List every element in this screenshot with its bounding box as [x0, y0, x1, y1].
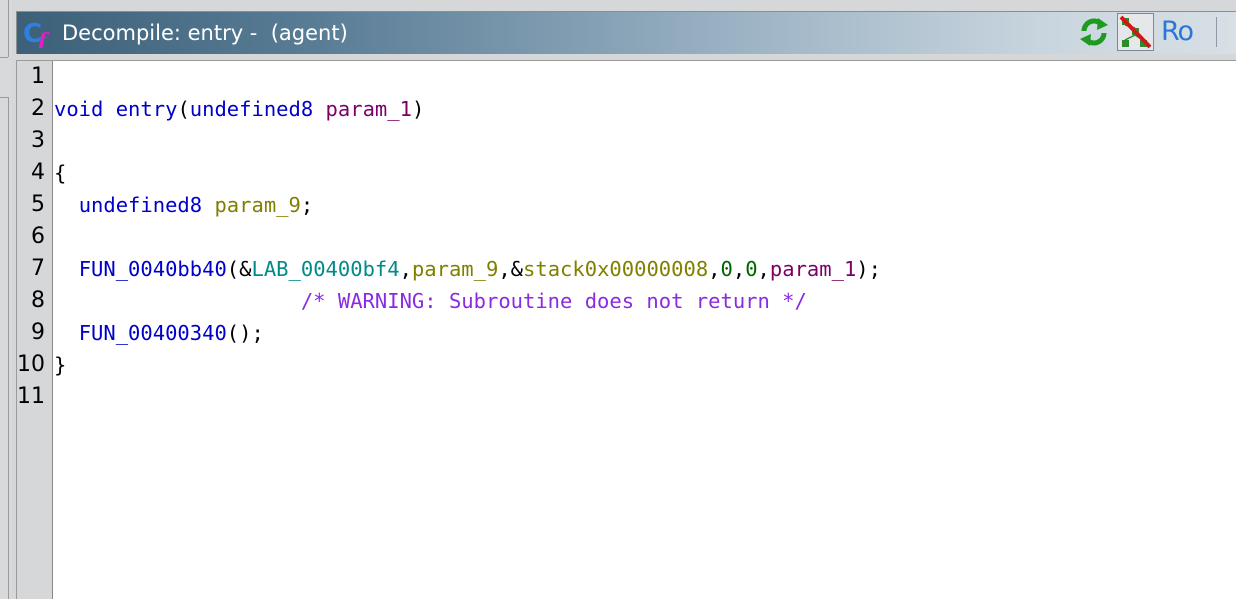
line-number: 1	[31, 64, 45, 89]
call-fun-0040bb40[interactable]: FUN_0040bb40	[79, 257, 227, 281]
open-paren: (	[177, 97, 190, 121]
punctuation: ();	[226, 321, 264, 345]
label-lab-00400bf4[interactable]: LAB_00400bf4	[251, 257, 399, 281]
code-line-8: /* WARNING: Subroutine does not return *…	[54, 285, 807, 317]
function-graph-icon	[1119, 15, 1152, 49]
decompiler-window: C f Decompile: entry - (agent) Ro 1 2 3 …	[0, 0, 1236, 599]
function-graph-toggle-button[interactable]	[1117, 13, 1154, 51]
left-panel-edge	[0, 0, 12, 599]
arg-stack0x00000008[interactable]: stack0x00000008	[523, 257, 708, 281]
punctuation: ,	[708, 257, 721, 281]
warning-comment[interactable]: /* WARNING: Subroutine does not return *…	[301, 289, 807, 313]
punctuation: ,&	[498, 257, 524, 281]
code-line-2: void entry(undefined8 param_1)	[54, 93, 424, 125]
decompiled-code-view[interactable]: 1 2 3 4 5 6 7 8 9 10 11 void entry(undef…	[16, 60, 1236, 599]
code-line-5: undefined8 param_9;	[54, 189, 314, 221]
divider	[8, 97, 9, 599]
local-var-type[interactable]: undefined8	[79, 193, 202, 217]
open-brace: {	[54, 161, 67, 185]
code-line-4: {	[54, 157, 66, 189]
arg-param-9[interactable]: param_9	[412, 257, 498, 281]
code-line-10: }	[54, 349, 66, 381]
punctuation: (&	[226, 257, 252, 281]
line-number: 5	[31, 192, 45, 217]
line-number: 6	[31, 224, 45, 249]
call-fun-00400340[interactable]: FUN_00400340	[79, 321, 227, 345]
param-type[interactable]: undefined8	[190, 97, 313, 121]
constant-zero[interactable]: 0	[721, 257, 733, 281]
refresh-button[interactable]	[1076, 15, 1112, 49]
punctuation: ,	[757, 257, 770, 281]
close-paren: )	[411, 97, 425, 121]
line-number: 2	[31, 96, 45, 121]
punctuation: ,	[399, 257, 412, 281]
punctuation: ,	[732, 257, 746, 281]
line-number: 9	[31, 320, 45, 345]
function-name-entry[interactable]: entry	[116, 97, 178, 121]
decompiler-cf-icon: C f	[23, 19, 50, 48]
arg-param-1[interactable]: param_1	[770, 257, 856, 281]
code-line-9: FUN_00400340();	[54, 317, 264, 349]
line-number: 7	[31, 256, 45, 281]
refresh-icon	[1080, 18, 1108, 46]
semicolon: ;	[300, 193, 314, 217]
line-number: 4	[31, 160, 45, 185]
close-brace: }	[54, 353, 67, 377]
parameter-param-1[interactable]: param_1	[326, 97, 412, 121]
local-var-param-9[interactable]: param_9	[214, 193, 300, 217]
line-number-gutter: 1 2 3 4 5 6 7 8 9 10 11	[17, 61, 53, 599]
line-number: 3	[31, 128, 45, 153]
window-title: Decompile: entry - (agent)	[62, 21, 348, 45]
divider	[0, 57, 8, 58]
decompiler-titlebar[interactable]: C f Decompile: entry - (agent) Ro	[16, 11, 1236, 54]
line-number: 8	[31, 288, 45, 313]
toolbar-separator	[1216, 17, 1217, 47]
keyword-void[interactable]: void	[54, 97, 103, 121]
punctuation: );	[856, 257, 881, 281]
divider	[0, 97, 8, 98]
divider	[8, 0, 9, 57]
constant-zero[interactable]: 0	[745, 257, 757, 281]
code-line-7: FUN_0040bb40(&LAB_00400bf4,param_9,&stac…	[54, 253, 881, 285]
line-number: 10	[17, 352, 45, 377]
line-number: 11	[17, 384, 45, 409]
svg-text:f: f	[36, 28, 50, 48]
read-only-toggle-button[interactable]: Ro	[1161, 15, 1201, 49]
